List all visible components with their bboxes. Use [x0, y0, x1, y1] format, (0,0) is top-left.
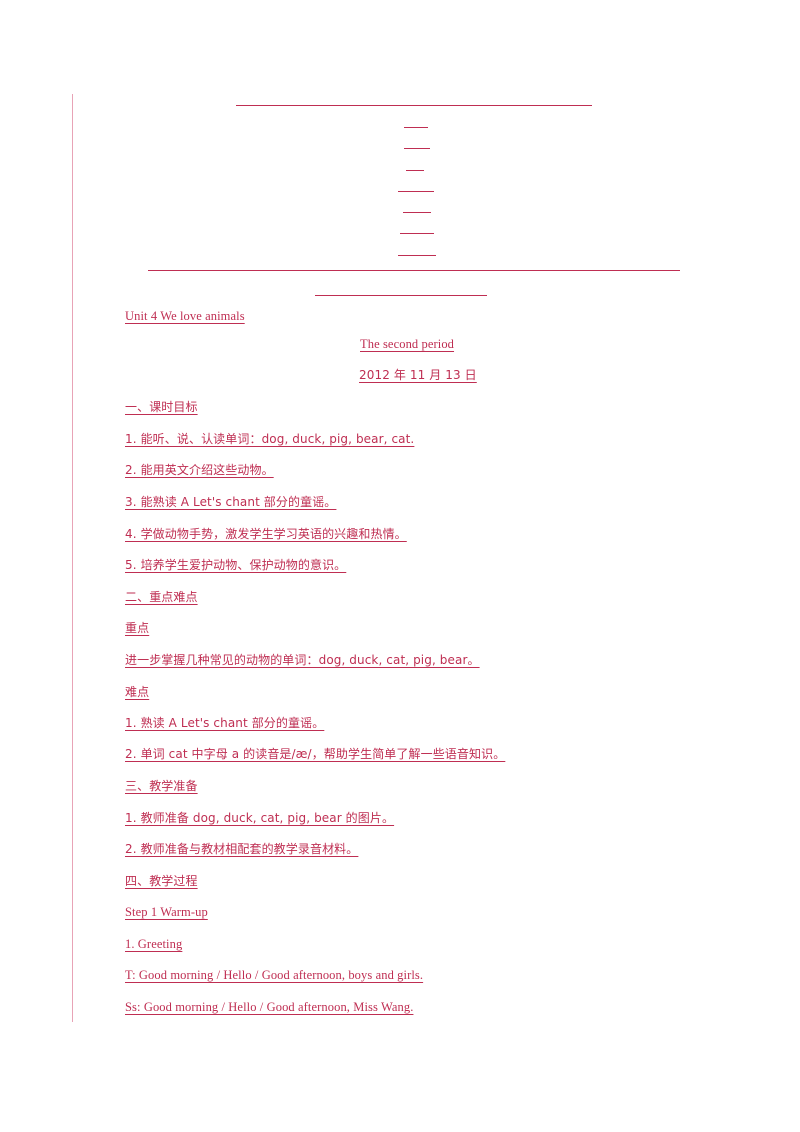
unit-title-text: Unit 4 We love animals — [125, 309, 245, 323]
document-page: Unit 4 We love animals The second period 2… — [0, 0, 800, 1132]
sec4-item4: Ss: Good morning / Hello / Good afternoo… — [125, 1000, 413, 1014]
sec1-item2: 2. 能用英文介绍这些动物。 — [125, 463, 274, 477]
sec4-heading-text: 四、教学过程 — [125, 874, 198, 888]
sec1-item4-text: 4. 学做动物手势，激发学生学习英语的兴趣和热情。 — [125, 527, 407, 541]
sec4-item2: 1. Greeting — [125, 937, 182, 951]
revision-change-bar — [72, 94, 73, 1022]
sec3-heading-text: 三、教学准备 — [125, 779, 198, 793]
sec4-item3: T: Good morning / Hello / Good afternoon… — [125, 968, 423, 982]
header-rule-2 — [404, 127, 428, 128]
sec1-item3: 3. 能熟读 A Let's chant 部分的童谣。 — [125, 495, 336, 509]
header-rule-10 — [315, 295, 487, 296]
header-rule-7 — [400, 233, 434, 234]
sec2-item3: 难点 — [125, 685, 149, 699]
sec1-heading: 一、课时目标 — [125, 400, 198, 414]
sec2-item1: 重点 — [125, 621, 149, 635]
sec3-heading: 三、教学准备 — [125, 779, 198, 793]
sec1-item5: 5. 培养学生爱护动物、保护动物的意识。 — [125, 558, 346, 572]
sec2-item2: 进一步掌握几种常见的动物的单词：dog, duck, cat, pig, bea… — [125, 653, 480, 667]
sec4-heading: 四、教学过程 — [125, 874, 198, 888]
date: 2012 年 11 月 13 日 — [359, 368, 477, 382]
sec1-item1: 1. 能听、说、认读单词：dog, duck, pig, bear, cat. — [125, 432, 414, 446]
sec4-item1: Step 1 Warm-up — [125, 905, 208, 919]
sec4-item3-text: T: Good morning / Hello / Good afternoon… — [125, 968, 424, 982]
sec1-item1-text: 1. 能听、说、认读单词：dog, duck, pig, bear, cat. — [125, 432, 415, 446]
header-rule-4 — [406, 170, 424, 171]
sec4-item4-text: Ss: Good morning / Hello / Good afternoo… — [125, 1000, 414, 1014]
sec2-item2-text: 进一步掌握几种常见的动物的单词：dog, duck, cat, pig, bea… — [125, 653, 480, 667]
sec3-item2: 2. 教师准备与教材相配套的教学录音材料。 — [125, 842, 358, 856]
sec2-item5-text: 2. 单词 cat 中字母 a 的读音是/æ/，帮助学生简单了解一些语音知识。 — [125, 747, 506, 761]
sec2-item1-text: 重点 — [125, 621, 150, 635]
sec1-item5-text: 5. 培养学生爱护动物、保护动物的意识。 — [125, 558, 347, 572]
sec3-item2-text: 2. 教师准备与教材相配套的教学录音材料。 — [125, 842, 359, 856]
sec4-item1-text: Step 1 Warm-up — [125, 905, 208, 919]
header-rule-3 — [404, 148, 430, 149]
period: The second period — [360, 337, 454, 351]
header-rule-8 — [398, 255, 436, 256]
date-text: 2012 年 11 月 13 日 — [359, 368, 477, 382]
sec1-heading-text: 一、课时目标 — [125, 400, 198, 414]
header-rule-9 — [148, 270, 680, 271]
sec2-item3-text: 难点 — [125, 685, 150, 699]
sec2-item4: 1. 熟读 A Let's chant 部分的童谣。 — [125, 716, 324, 730]
sec4-item2-text: 1. Greeting — [125, 937, 183, 951]
sec1-item4: 4. 学做动物手势，激发学生学习英语的兴趣和热情。 — [125, 527, 407, 541]
sec2-item5: 2. 单词 cat 中字母 a 的读音是/æ/，帮助学生简单了解一些语音知识。 — [125, 747, 505, 761]
header-rule-1 — [236, 105, 592, 106]
header-rule-6 — [403, 212, 431, 213]
sec2-heading: 二、重点难点 — [125, 590, 198, 604]
header-rule-5 — [398, 191, 434, 192]
period-text: The second period — [360, 337, 455, 351]
unit-title: Unit 4 We love animals — [125, 309, 245, 323]
sec1-item3-text: 3. 能熟读 A Let's chant 部分的童谣。 — [125, 495, 337, 509]
sec2-heading-text: 二、重点难点 — [125, 590, 198, 604]
sec1-item2-text: 2. 能用英文介绍这些动物。 — [125, 463, 274, 477]
sec2-item4-text: 1. 熟读 A Let's chant 部分的童谣。 — [125, 716, 325, 730]
sec3-item1-text: 1. 教师准备 dog, duck, cat, pig, bear 的图片。 — [125, 811, 395, 825]
sec3-item1: 1. 教师准备 dog, duck, cat, pig, bear 的图片。 — [125, 811, 394, 825]
